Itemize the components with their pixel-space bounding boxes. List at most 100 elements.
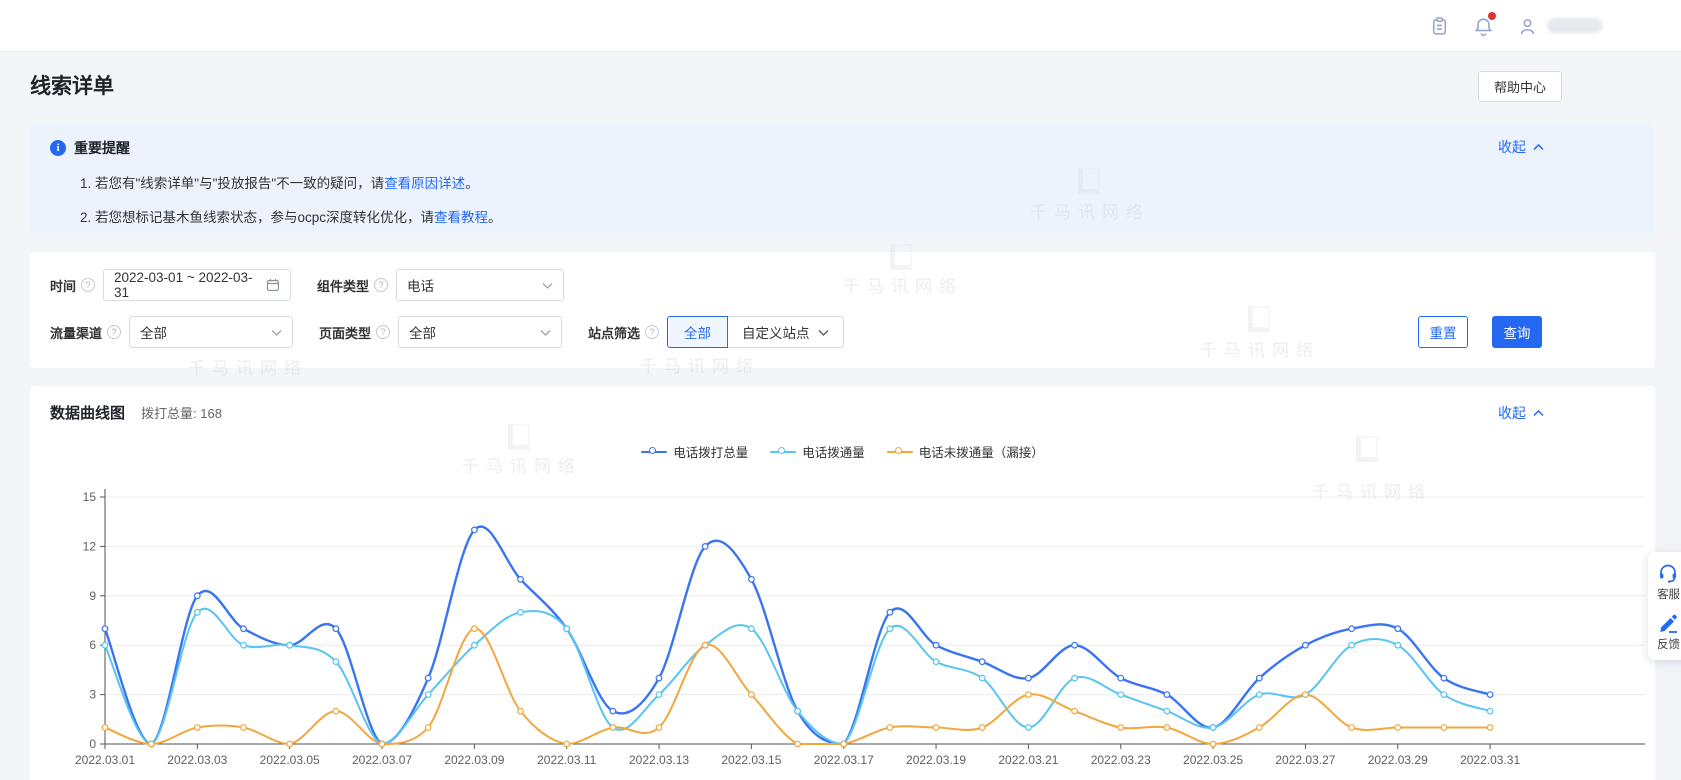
data-point[interactable] xyxy=(425,692,431,698)
data-point[interactable] xyxy=(656,675,662,681)
data-point[interactable] xyxy=(1118,692,1124,698)
data-point[interactable] xyxy=(472,626,478,632)
data-point[interactable] xyxy=(1349,725,1355,731)
data-point[interactable] xyxy=(1072,708,1078,714)
time-help-icon[interactable]: ? xyxy=(81,278,95,292)
notice-item-2-link[interactable]: 查看教程 xyxy=(434,210,488,225)
data-point[interactable] xyxy=(1349,642,1355,648)
data-point[interactable] xyxy=(1257,675,1263,681)
data-point[interactable] xyxy=(1164,708,1170,714)
data-point[interactable] xyxy=(1164,725,1170,731)
data-point[interactable] xyxy=(102,626,108,632)
data-point[interactable] xyxy=(795,741,801,747)
data-point[interactable] xyxy=(1303,692,1309,698)
reset-button[interactable]: 重置 xyxy=(1418,316,1468,348)
data-point[interactable] xyxy=(333,626,339,632)
data-point[interactable] xyxy=(1395,626,1401,632)
data-point[interactable] xyxy=(610,725,616,731)
page-type-help-icon[interactable]: ? xyxy=(376,325,390,339)
data-point[interactable] xyxy=(241,725,247,731)
customer-service-button[interactable]: 客服 xyxy=(1657,562,1681,602)
data-point[interactable] xyxy=(1303,642,1309,648)
data-point[interactable] xyxy=(472,642,478,648)
data-point[interactable] xyxy=(1441,675,1447,681)
data-point[interactable] xyxy=(1026,725,1032,731)
help-center-button[interactable]: 帮助中心 xyxy=(1478,71,1562,102)
data-point[interactable] xyxy=(749,692,755,698)
date-range-input[interactable]: 2022-03-01 ~ 2022-03-31 xyxy=(103,269,291,301)
data-point[interactable] xyxy=(933,725,939,731)
data-point[interactable] xyxy=(1257,692,1263,698)
data-point[interactable] xyxy=(841,741,847,747)
data-point[interactable] xyxy=(1072,642,1078,648)
data-point[interactable] xyxy=(102,642,108,648)
data-point[interactable] xyxy=(1026,692,1032,698)
data-point[interactable] xyxy=(610,708,616,714)
site-help-icon[interactable]: ? xyxy=(645,325,659,339)
data-point[interactable] xyxy=(979,675,985,681)
clipboard-icon[interactable] xyxy=(1425,12,1453,40)
username-redacted[interactable] xyxy=(1547,18,1603,33)
component-type-select[interactable]: 电话 xyxy=(396,269,564,301)
data-point[interactable] xyxy=(195,725,201,731)
data-point[interactable] xyxy=(656,725,662,731)
user-icon[interactable] xyxy=(1513,12,1541,40)
data-point[interactable] xyxy=(1395,725,1401,731)
data-point[interactable] xyxy=(933,659,939,665)
data-point[interactable] xyxy=(148,741,154,747)
data-point[interactable] xyxy=(656,692,662,698)
data-point[interactable] xyxy=(241,642,247,648)
data-point[interactable] xyxy=(333,659,339,665)
channel-help-icon[interactable]: ? xyxy=(107,325,121,339)
traffic-channel-select[interactable]: 全部 xyxy=(129,316,293,348)
data-point[interactable] xyxy=(1487,725,1493,731)
data-point[interactable] xyxy=(472,527,478,533)
data-point[interactable] xyxy=(518,577,524,583)
data-point[interactable] xyxy=(702,642,708,648)
data-point[interactable] xyxy=(518,610,524,616)
data-point[interactable] xyxy=(749,577,755,583)
bell-icon[interactable] xyxy=(1469,12,1497,40)
data-point[interactable] xyxy=(979,659,985,665)
data-point[interactable] xyxy=(1487,692,1493,698)
data-point[interactable] xyxy=(1210,741,1216,747)
component-help-icon[interactable]: ? xyxy=(374,278,388,292)
data-point[interactable] xyxy=(102,725,108,731)
site-custom-segment[interactable]: 自定义站点 xyxy=(728,316,844,348)
data-point[interactable] xyxy=(1118,675,1124,681)
data-point[interactable] xyxy=(195,593,201,599)
feedback-button[interactable]: 反馈 xyxy=(1657,612,1681,652)
data-point[interactable] xyxy=(425,675,431,681)
data-point[interactable] xyxy=(1164,692,1170,698)
data-point[interactable] xyxy=(333,708,339,714)
legend-item-total[interactable]: 电话拨打总量 xyxy=(641,442,748,461)
data-point[interactable] xyxy=(1487,708,1493,714)
data-point[interactable] xyxy=(887,626,893,632)
data-point[interactable] xyxy=(195,610,201,616)
data-point[interactable] xyxy=(795,708,801,714)
data-point[interactable] xyxy=(1441,725,1447,731)
data-point[interactable] xyxy=(1072,675,1078,681)
data-point[interactable] xyxy=(1395,642,1401,648)
data-point[interactable] xyxy=(1210,725,1216,731)
data-point[interactable] xyxy=(287,642,293,648)
data-point[interactable] xyxy=(1118,725,1124,731)
data-point[interactable] xyxy=(564,626,570,632)
notice-collapse-link[interactable]: 收起 xyxy=(1498,137,1544,157)
data-point[interactable] xyxy=(379,741,385,747)
chart-collapse-link[interactable]: 收起 xyxy=(1498,403,1544,423)
data-point[interactable] xyxy=(564,741,570,747)
legend-item-missed[interactable]: 电话未拨通量（漏接） xyxy=(887,442,1044,461)
data-point[interactable] xyxy=(287,741,293,747)
site-all-segment[interactable]: 全部 xyxy=(667,316,728,348)
page-type-select[interactable]: 全部 xyxy=(398,316,562,348)
data-point[interactable] xyxy=(887,725,893,731)
data-point[interactable] xyxy=(425,725,431,731)
query-button[interactable]: 查询 xyxy=(1492,316,1542,348)
data-point[interactable] xyxy=(518,708,524,714)
data-point[interactable] xyxy=(749,626,755,632)
legend-item-connected[interactable]: 电话拨通量 xyxy=(770,442,865,461)
data-point[interactable] xyxy=(887,610,893,616)
data-point[interactable] xyxy=(1441,692,1447,698)
data-point[interactable] xyxy=(1257,725,1263,731)
